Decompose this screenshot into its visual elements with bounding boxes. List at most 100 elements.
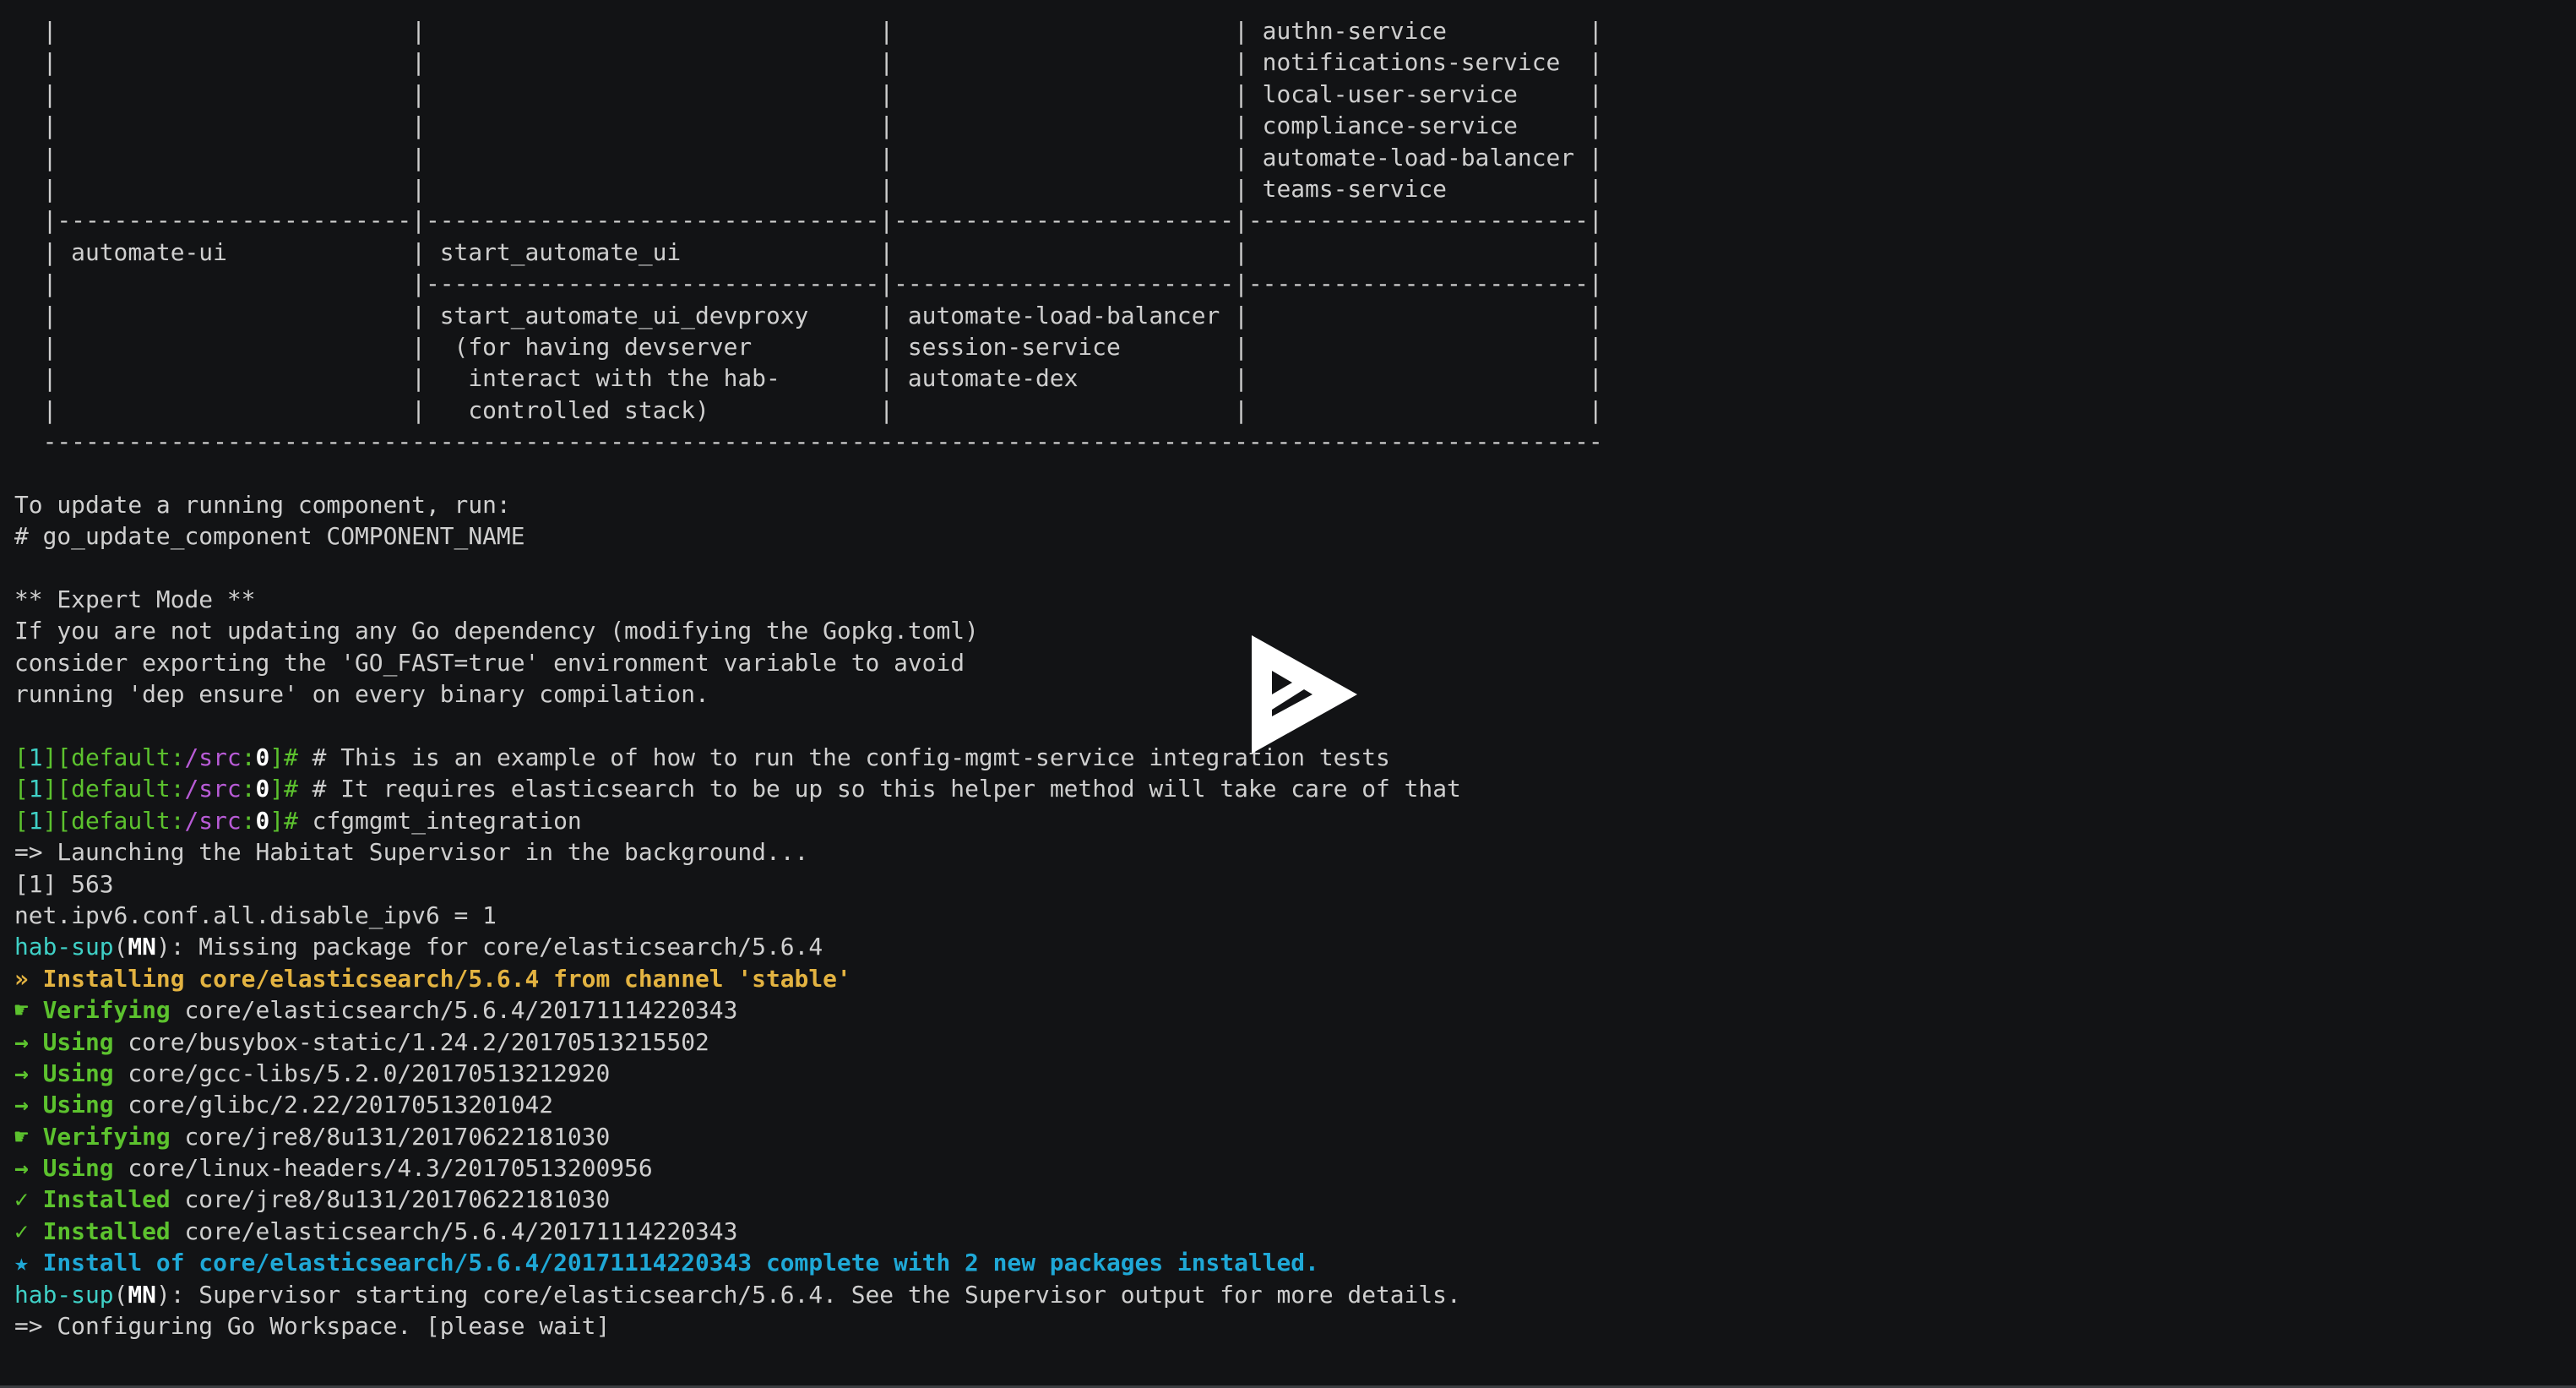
terminal-text-segment: ** Expert Mode ** <box>14 585 256 614</box>
terminal-line: [1] 563 <box>14 868 1603 900</box>
terminal-text-segment: ]# <box>269 806 298 835</box>
terminal-line: → Using core/gcc-libs/5.2.0/201705132129… <box>14 1058 1603 1089</box>
terminal-text-segment: | | controlled stack) | | | <box>14 395 1603 424</box>
terminal-line: [1][default:/src:0]# # It requires elast… <box>14 773 1603 804</box>
terminal-text-segment: core/jre8/8u131/20170622181030 <box>170 1122 611 1151</box>
terminal-line: | |--------------------------------|----… <box>14 268 1603 299</box>
terminal-line: | | interact with the hab- | automate-de… <box>14 362 1603 394</box>
terminal-text-segment: MN <box>128 1280 156 1309</box>
terminal-text-segment: net.ipv6.conf.all.disable_ipv6 = 1 <box>14 901 497 929</box>
terminal-text-segment: 0 <box>255 806 270 835</box>
terminal-text-segment: | | start_automate_ui_devproxy | automat… <box>14 301 1603 329</box>
terminal-text-segment: → Using <box>14 1059 114 1087</box>
terminal-line: [1][default:/src:0]# # This is an exampl… <box>14 742 1603 773</box>
terminal-line: |-------------------------|-------------… <box>14 204 1603 236</box>
terminal-text-segment: If you are not updating any Go dependenc… <box>14 617 979 645</box>
terminal-text-segment: To update a running component, run: <box>14 490 511 519</box>
terminal-text-segment: 0 <box>255 743 270 771</box>
terminal-text-segment: [ <box>14 775 29 803</box>
terminal-text-segment: | | (for having devserver | session-serv… <box>14 332 1603 361</box>
terminal-line: consider exporting the 'GO_FAST=true' en… <box>14 647 1603 678</box>
terminal-line: ☛ Verifying core/elasticsearch/5.6.4/201… <box>14 994 1603 1026</box>
terminal-output: | | | | authn-service | | | | | notifica… <box>14 15 1603 1342</box>
terminal-text-segment: ( <box>113 933 128 961</box>
terminal-text-segment: consider exporting the 'GO_FAST=true' en… <box>14 648 965 677</box>
terminal-text-segment: : <box>241 743 256 771</box>
terminal-text-segment: # This is an example of how to run the c… <box>297 743 1390 771</box>
terminal-text-segment: ]# <box>269 775 298 803</box>
terminal-text-segment: | | | | authn-service | <box>14 17 1603 45</box>
terminal-text-segment: ]# <box>269 743 298 771</box>
terminal-text-segment: ----------------------------------------… <box>14 427 1603 456</box>
terminal-text-segment: core/glibc/2.22/20170513201042 <box>113 1091 554 1119</box>
terminal-text-segment: /src <box>184 806 242 835</box>
terminal-line: | | | | compliance-service | <box>14 110 1603 141</box>
terminal-text-segment: MN <box>128 933 156 961</box>
terminal-text-segment: 1 <box>28 743 43 771</box>
terminal-text-segment: : <box>241 775 256 803</box>
terminal-line: => Launching the Habitat Supervisor in t… <box>14 836 1603 868</box>
terminal-line: | | controlled stack) | | | <box>14 395 1603 426</box>
terminal-line: » Installing core/elasticsearch/5.6.4 fr… <box>14 963 1603 994</box>
terminal-text-segment: # It requires elasticsearch to be up so … <box>297 775 1461 803</box>
terminal-line: If you are not updating any Go dependenc… <box>14 615 1603 646</box>
terminal-text-segment: : <box>241 806 256 835</box>
terminal-text-segment: ( <box>113 1280 128 1309</box>
terminal-text-segment: ][default: <box>42 775 185 803</box>
terminal-line: | automate-ui | start_automate_ui | | | <box>14 237 1603 268</box>
terminal-text-segment: | | | | notifications-service | <box>14 48 1603 77</box>
terminal-line: ☛ Verifying core/jre8/8u131/201706221810… <box>14 1121 1603 1152</box>
terminal-line: # go_update_component COMPONENT_NAME <box>14 520 1603 552</box>
terminal-text-segment: → Using <box>14 1154 114 1183</box>
terminal-text-segment: | | | | teams-service | <box>14 174 1603 203</box>
terminal-line: ✓ Installed core/elasticsearch/5.6.4/201… <box>14 1216 1603 1247</box>
terminal-text-segment: → Using <box>14 1027 114 1056</box>
terminal-text-segment: | |--------------------------------|----… <box>14 269 1603 298</box>
terminal-line: | | start_automate_ui_devproxy | automat… <box>14 300 1603 331</box>
terminal-line: → Using core/glibc/2.22/20170513201042 <box>14 1089 1603 1120</box>
terminal-line: ----------------------------------------… <box>14 426 1603 457</box>
terminal-line: | | | | teams-service | <box>14 173 1603 204</box>
terminal-line: To update a running component, run: <box>14 489 1603 520</box>
terminal-text-segment: | | | | automate-load-balancer | <box>14 143 1603 171</box>
terminal-text-segment: |-------------------------|-------------… <box>14 206 1603 235</box>
terminal-text-segment: ][default: <box>42 806 185 835</box>
terminal-text-segment: ][default: <box>42 743 185 771</box>
terminal-text-segment: /src <box>184 743 242 771</box>
terminal-line: running 'dep ensure' on every binary com… <box>14 678 1603 710</box>
terminal-text-segment: core/busybox-static/1.24.2/2017051321550… <box>113 1027 709 1056</box>
terminal-line: → Using core/busybox-static/1.24.2/20170… <box>14 1026 1603 1058</box>
terminal-line: | | | | automate-load-balancer | <box>14 142 1603 173</box>
terminal-text-segment: core/gcc-libs/5.2.0/20170513212920 <box>113 1059 611 1087</box>
terminal-text-segment: /src <box>184 775 242 803</box>
terminal-text-segment: ☛ Verifying <box>14 1122 171 1151</box>
terminal-text-segment: running 'dep ensure' on every binary com… <box>14 680 709 709</box>
terminal-text-segment: core/elasticsearch/5.6.4/20171114220343 <box>170 996 738 1025</box>
terminal-text-segment: ★ Install of core/elasticsearch/5.6.4/20… <box>14 1249 1319 1277</box>
terminal-line: | | | | authn-service | <box>14 15 1603 46</box>
terminal-text-segment: | | | | compliance-service | <box>14 112 1603 140</box>
terminal-text-segment: 1 <box>28 806 43 835</box>
terminal-text-segment: hab-sup <box>14 933 114 961</box>
terminal-line: ** Expert Mode ** <box>14 584 1603 615</box>
terminal-line: hab-sup(MN): Missing package for core/el… <box>14 931 1603 962</box>
terminal-text-segment: core/jre8/8u131/20170622181030 <box>170 1185 611 1214</box>
terminal-line: → Using core/linux-headers/4.3/201705132… <box>14 1152 1603 1184</box>
terminal-line: ✓ Installed core/jre8/8u131/201706221810… <box>14 1184 1603 1215</box>
terminal-text-segment: ): Missing package for core/elasticsearc… <box>155 933 823 961</box>
terminal-text-segment: → Using <box>14 1091 114 1119</box>
terminal-text-segment: ☛ Verifying <box>14 996 171 1025</box>
terminal-text-segment: ): Supervisor starting core/elasticsearc… <box>155 1280 1461 1309</box>
terminal-text-segment: core/linux-headers/4.3/20170513200956 <box>113 1154 653 1183</box>
terminal-text-segment: => Launching the Habitat Supervisor in t… <box>14 838 809 867</box>
terminal-line: | | | | notifications-service | <box>14 46 1603 78</box>
terminal-text-segment: [ <box>14 806 29 835</box>
terminal-line: => Configuring Go Workspace. [please wai… <box>14 1310 1603 1342</box>
terminal-text-segment: [1] 563 <box>14 869 114 898</box>
play-icon[interactable] <box>1252 635 1357 754</box>
terminal-line: hab-sup(MN): Supervisor starting core/el… <box>14 1279 1603 1310</box>
terminal-line: net.ipv6.conf.all.disable_ipv6 = 1 <box>14 900 1603 931</box>
